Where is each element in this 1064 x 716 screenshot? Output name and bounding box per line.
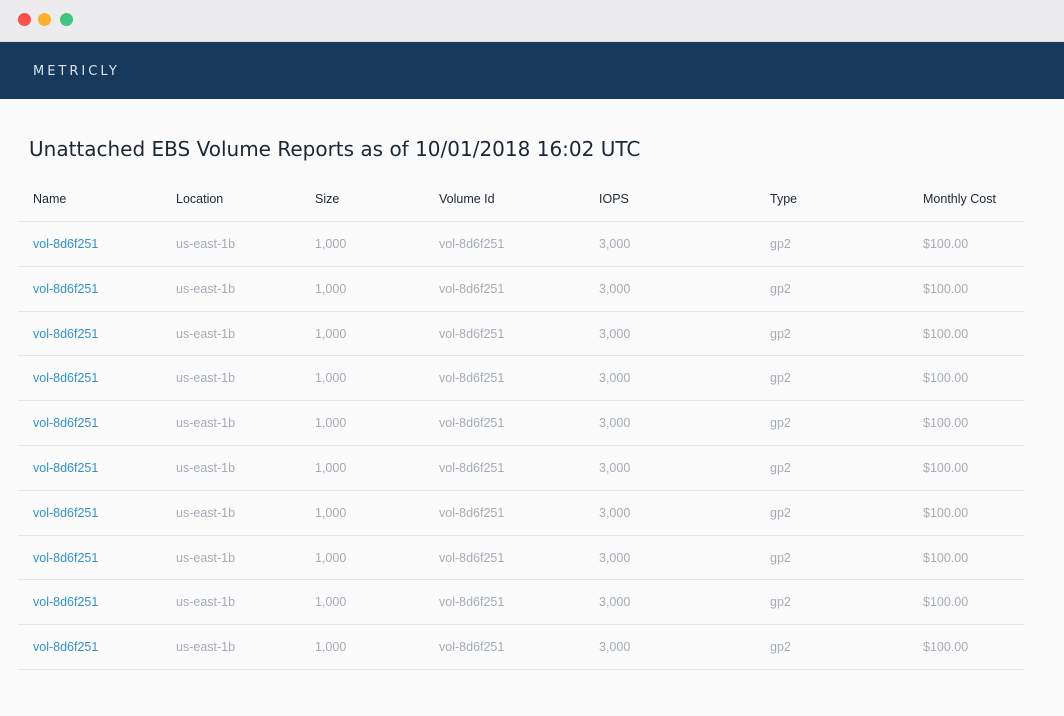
volume-id-cell: vol-8d6f251 xyxy=(439,326,505,341)
type-cell: gp2 xyxy=(770,505,791,520)
volume-name-link[interactable]: vol-8d6f251 xyxy=(33,536,98,580)
table-row: vol-8d6f251 us-east-1b 1,000 vol-8d6f251… xyxy=(18,446,1024,491)
page-title: Unattached EBS Volume Reports as of 10/0… xyxy=(29,137,641,161)
iops-cell: 3,000 xyxy=(599,550,631,565)
iops-cell: 3,000 xyxy=(599,326,631,341)
volume-id-cell: vol-8d6f251 xyxy=(439,281,505,296)
type-cell: gp2 xyxy=(770,416,791,431)
type-cell: gp2 xyxy=(770,281,791,296)
column-header-name[interactable]: Name xyxy=(33,177,66,221)
volume-id-cell: vol-8d6f251 xyxy=(439,640,505,655)
location-cell: us-east-1b xyxy=(176,416,236,431)
close-window-button[interactable] xyxy=(18,13,31,26)
location-cell: us-east-1b xyxy=(176,505,236,520)
iops-cell: 3,000 xyxy=(599,505,631,520)
volume-id-cell: vol-8d6f251 xyxy=(439,237,505,251)
window-titlebar xyxy=(0,0,1064,42)
size-cell: 1,000 xyxy=(315,281,347,296)
table-row: vol-8d6f251 us-east-1b 1,000 vol-8d6f251… xyxy=(18,267,1024,312)
volumes-table: Name Location Size Volume Id IOPS Type M… xyxy=(18,177,1024,670)
volume-id-cell: vol-8d6f251 xyxy=(439,371,505,386)
volume-name-link[interactable]: vol-8d6f251 xyxy=(33,356,98,400)
monthly-cost-cell: $100.00 xyxy=(923,550,969,565)
table-row: vol-8d6f251 us-east-1b 1,000 vol-8d6f251… xyxy=(18,580,1024,626)
browser-window: METRICLY Unattached EBS Volume Reports a… xyxy=(0,0,1064,716)
volume-id-cell: vol-8d6f251 xyxy=(439,505,505,520)
volume-name-link[interactable]: vol-8d6f251 xyxy=(33,446,98,490)
monthly-cost-cell: $100.00 xyxy=(923,281,969,296)
size-cell: 1,000 xyxy=(315,460,347,475)
type-cell: gp2 xyxy=(770,460,791,475)
table-header-row: Name Location Size Volume Id IOPS Type M… xyxy=(18,177,1024,222)
volume-name-link[interactable]: vol-8d6f251 xyxy=(33,222,98,266)
table-row: vol-8d6f251 us-east-1b 1,000 vol-8d6f251… xyxy=(18,536,1024,581)
iops-cell: 3,000 xyxy=(599,281,631,296)
monthly-cost-cell: $100.00 xyxy=(923,326,969,341)
location-cell: us-east-1b xyxy=(176,326,236,341)
size-cell: 1,000 xyxy=(315,595,347,610)
size-cell: 1,000 xyxy=(315,550,347,565)
location-cell: us-east-1b xyxy=(176,237,236,251)
volume-name-link[interactable]: vol-8d6f251 xyxy=(33,267,98,311)
size-cell: 1,000 xyxy=(315,640,347,655)
brand-logo[interactable]: METRICLY xyxy=(33,65,120,79)
size-cell: 1,000 xyxy=(315,237,347,251)
type-cell: gp2 xyxy=(770,371,791,386)
size-cell: 1,000 xyxy=(315,416,347,431)
location-cell: us-east-1b xyxy=(176,595,236,610)
type-cell: gp2 xyxy=(770,640,791,655)
type-cell: gp2 xyxy=(770,595,791,610)
volume-name-link[interactable]: vol-8d6f251 xyxy=(33,491,98,535)
table-row: vol-8d6f251 us-east-1b 1,000 vol-8d6f251… xyxy=(18,356,1024,402)
volume-id-cell: vol-8d6f251 xyxy=(439,460,505,475)
monthly-cost-cell: $100.00 xyxy=(923,237,969,251)
size-cell: 1,000 xyxy=(315,505,347,520)
column-header-monthly-cost[interactable]: Monthly Cost xyxy=(923,177,996,221)
minimize-window-button[interactable] xyxy=(38,13,51,26)
table-row: vol-8d6f251 us-east-1b 1,000 vol-8d6f251… xyxy=(18,401,1024,446)
type-cell: gp2 xyxy=(770,237,791,251)
monthly-cost-cell: $100.00 xyxy=(923,595,969,610)
location-cell: us-east-1b xyxy=(176,640,236,655)
column-header-size[interactable]: Size xyxy=(315,177,339,221)
volume-name-link[interactable]: vol-8d6f251 xyxy=(33,401,98,445)
location-cell: us-east-1b xyxy=(176,550,236,565)
iops-cell: 3,000 xyxy=(599,416,631,431)
monthly-cost-cell: $100.00 xyxy=(923,640,969,655)
size-cell: 1,000 xyxy=(315,326,347,341)
top-navbar: METRICLY xyxy=(0,42,1064,99)
volume-name-link[interactable]: vol-8d6f251 xyxy=(33,312,98,356)
monthly-cost-cell: $100.00 xyxy=(923,371,969,386)
iops-cell: 3,000 xyxy=(599,371,631,386)
column-header-iops[interactable]: IOPS xyxy=(599,177,629,221)
volume-id-cell: vol-8d6f251 xyxy=(439,595,505,610)
maximize-window-button[interactable] xyxy=(60,13,73,26)
volume-name-link[interactable]: vol-8d6f251 xyxy=(33,625,98,669)
table-row: vol-8d6f251 us-east-1b 1,000 vol-8d6f251… xyxy=(18,491,1024,536)
report-content: Unattached EBS Volume Reports as of 10/0… xyxy=(0,99,1064,716)
iops-cell: 3,000 xyxy=(599,640,631,655)
size-cell: 1,000 xyxy=(315,371,347,386)
monthly-cost-cell: $100.00 xyxy=(923,416,969,431)
iops-cell: 3,000 xyxy=(599,595,631,610)
location-cell: us-east-1b xyxy=(176,281,236,296)
location-cell: us-east-1b xyxy=(176,460,236,475)
location-cell: us-east-1b xyxy=(176,371,236,386)
volume-id-cell: vol-8d6f251 xyxy=(439,416,505,431)
type-cell: gp2 xyxy=(770,550,791,565)
column-header-volume-id[interactable]: Volume Id xyxy=(439,177,495,221)
column-header-location[interactable]: Location xyxy=(176,177,223,221)
iops-cell: 3,000 xyxy=(599,460,631,475)
volume-id-cell: vol-8d6f251 xyxy=(439,550,505,565)
iops-cell: 3,000 xyxy=(599,237,631,251)
monthly-cost-cell: $100.00 xyxy=(923,460,969,475)
type-cell: gp2 xyxy=(770,326,791,341)
column-header-type[interactable]: Type xyxy=(770,177,797,221)
volume-name-link[interactable]: vol-8d6f251 xyxy=(33,580,98,624)
table-row: vol-8d6f251 us-east-1b 1,000 vol-8d6f251… xyxy=(18,222,1024,267)
monthly-cost-cell: $100.00 xyxy=(923,505,969,520)
table-row: vol-8d6f251 us-east-1b 1,000 vol-8d6f251… xyxy=(18,312,1024,357)
table-row: vol-8d6f251 us-east-1b 1,000 vol-8d6f251… xyxy=(18,625,1024,670)
